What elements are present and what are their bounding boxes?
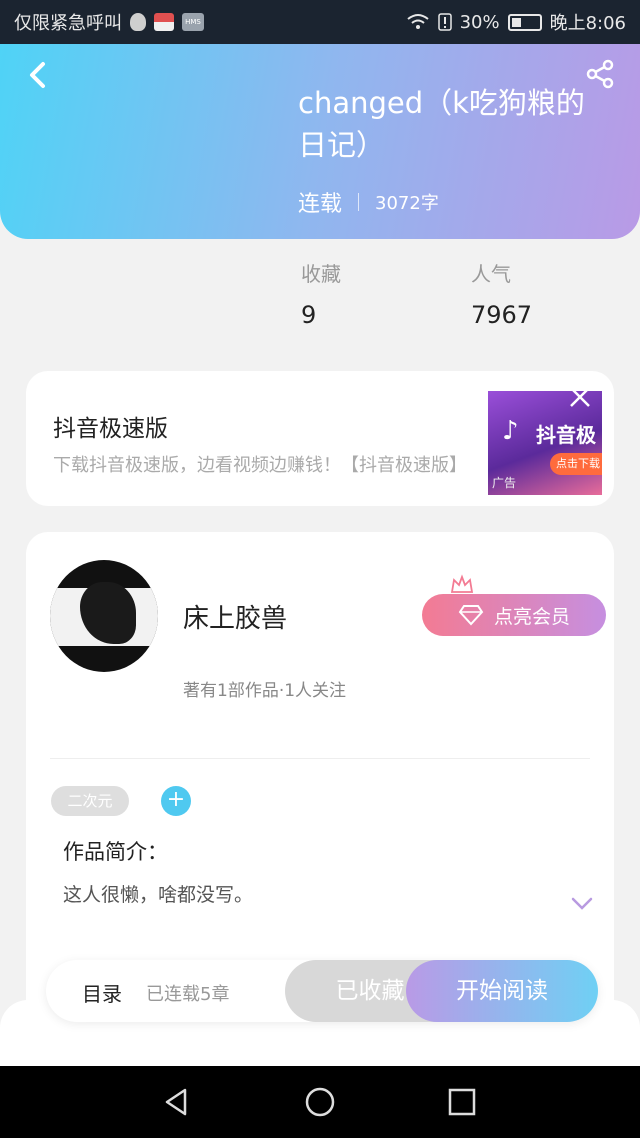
ad-download-button[interactable]: 点击下载 bbox=[550, 453, 602, 475]
qq-icon bbox=[130, 13, 146, 31]
intro-text: 这人很懒，啥都没写。 bbox=[63, 884, 254, 906]
popularity-value: 7967 bbox=[471, 301, 533, 329]
toc-button[interactable]: 目录 bbox=[82, 978, 122, 1007]
book-meta: 连载 3072字 bbox=[298, 186, 439, 218]
avatar[interactable] bbox=[50, 560, 158, 672]
home-circle-icon[interactable] bbox=[304, 1086, 336, 1118]
start-reading-button[interactable]: 开始阅读 bbox=[406, 960, 598, 1022]
author-subtitle: 著有1部作品·1人关注 bbox=[183, 681, 347, 701]
vip-button[interactable]: 点亮会员 bbox=[422, 594, 606, 636]
app-icon bbox=[154, 13, 174, 31]
action-bar: 目录 已连载5章 已收藏 开始阅读 bbox=[46, 960, 598, 1022]
chevron-left-icon bbox=[30, 62, 45, 88]
word-count: 3072字 bbox=[375, 193, 439, 214]
book-header: changed（k吃狗粮的日记） 连载 3072字 bbox=[0, 44, 640, 239]
ad-card[interactable]: 抖音极速版 下载抖音极速版，边看视频边赚钱！【抖音极速版】 ♪ 抖音极 点击下载… bbox=[26, 371, 614, 506]
close-icon[interactable] bbox=[568, 385, 592, 409]
system-nav-bar bbox=[0, 1066, 640, 1138]
ad-tag: 广告 bbox=[492, 476, 517, 490]
author-name[interactable]: 床上胶兽 bbox=[183, 598, 287, 635]
favorites-stat: 收藏 9 bbox=[301, 258, 341, 329]
crown-icon bbox=[450, 574, 474, 593]
status-bar: 仅限紧急呼叫 HMS 30% 晚上8:06 bbox=[0, 0, 640, 44]
back-triangle-icon[interactable] bbox=[161, 1086, 193, 1118]
serial-status: 连载 bbox=[298, 192, 343, 217]
favorites-value: 9 bbox=[301, 301, 317, 329]
ad-image-text: 抖音极 bbox=[536, 423, 596, 447]
carrier-text: 仅限紧急呼叫 bbox=[14, 13, 122, 34]
diamond-icon bbox=[458, 605, 484, 626]
meta-divider bbox=[358, 193, 360, 211]
back-button[interactable] bbox=[24, 60, 50, 90]
add-tag-button[interactable]: + bbox=[161, 786, 191, 816]
recents-square-icon[interactable] bbox=[446, 1086, 478, 1118]
ad-description: 下载抖音极速版，边看视频边赚钱！【抖音极速版】 bbox=[53, 455, 467, 476]
favorites-label: 收藏 bbox=[301, 262, 341, 286]
tiktok-logo-icon: ♪ bbox=[502, 416, 519, 446]
vip-label: 点亮会员 bbox=[493, 605, 570, 628]
genre-tag[interactable]: 二次元 bbox=[51, 786, 129, 816]
chevron-down-icon[interactable] bbox=[570, 896, 594, 912]
alert-icon bbox=[437, 13, 452, 31]
battery-icon bbox=[507, 13, 542, 31]
divider bbox=[50, 758, 590, 759]
popularity-label: 人气 bbox=[471, 262, 511, 286]
popularity-stat: 人气 7967 bbox=[471, 258, 532, 329]
clock: 晚上8:06 bbox=[549, 13, 626, 34]
chapter-count: 已连载5章 bbox=[146, 984, 230, 1005]
ad-title: 抖音极速版 bbox=[53, 416, 168, 442]
intro-title: 作品简介： bbox=[63, 840, 168, 864]
wifi-icon bbox=[406, 14, 429, 29]
book-title: changed（k吃狗粮的日记） bbox=[298, 86, 585, 162]
battery-percent: 30% bbox=[459, 11, 500, 33]
hms-icon: HMS bbox=[182, 13, 204, 31]
